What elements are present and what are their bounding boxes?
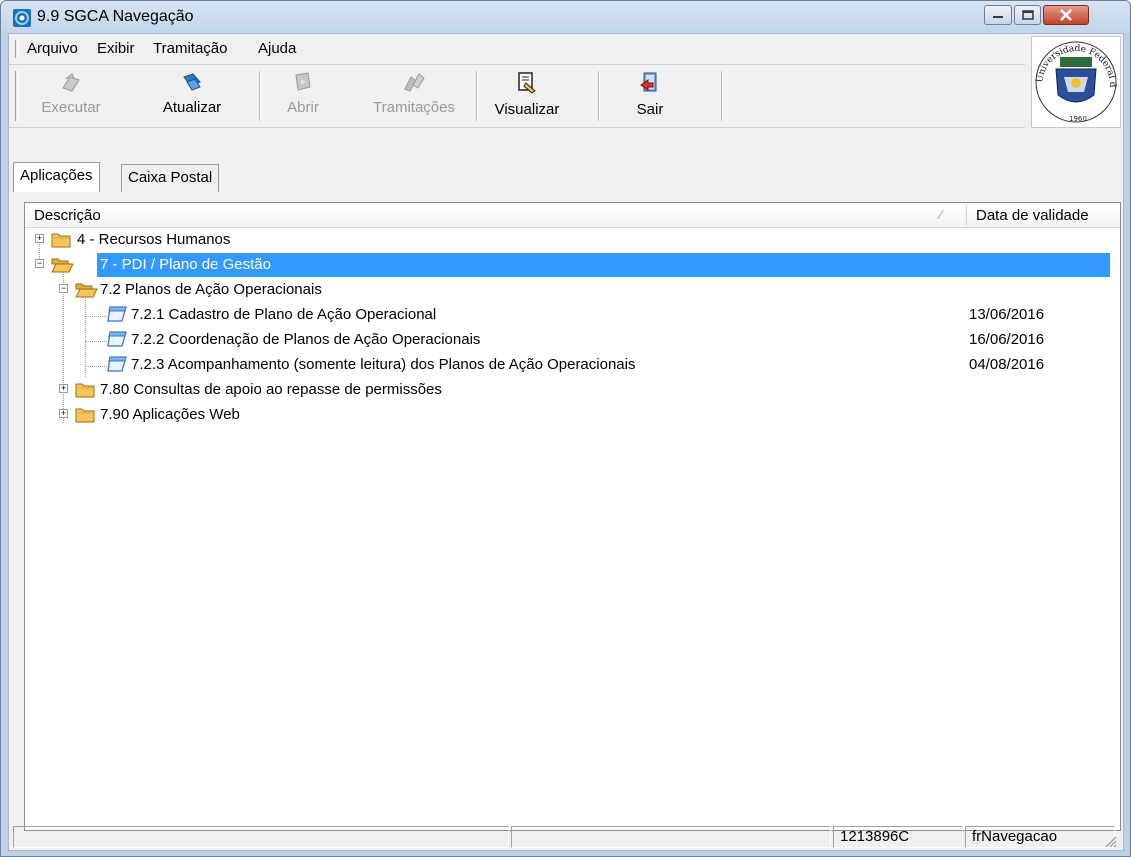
folder-open-icon — [75, 283, 98, 298]
tramitacoes-button[interactable]: Tramitações — [361, 69, 467, 123]
maximize-icon — [1021, 10, 1034, 20]
window-title: 9.9 SGCA Navegação — [37, 8, 194, 25]
tree-header: Descrição ∕ Data de validade — [25, 203, 1120, 228]
tab-caixa-postal[interactable]: Caixa Postal — [121, 164, 220, 192]
expand-toggle[interactable]: + — [35, 234, 44, 243]
open-label: Abrir — [287, 99, 319, 116]
minimize-button[interactable] — [984, 5, 1012, 25]
tree-row[interactable]: 7.2.2 Coordenação de Planos de Ação Oper… — [25, 327, 1120, 352]
minimize-icon — [993, 16, 1003, 18]
collapse-toggle[interactable]: − — [59, 284, 68, 293]
column-header-descricao[interactable]: Descrição — [34, 207, 101, 224]
status-panel-empty — [511, 826, 831, 848]
folder-closed-icon — [51, 233, 71, 248]
title-bar[interactable]: 9.9 SGCA Navegação — [1, 1, 1130, 33]
exit-label: Sair — [636, 101, 664, 118]
toolbar-separator — [721, 71, 723, 121]
expand-toggle[interactable]: + — [59, 384, 68, 393]
tree-row-label: 7.2.2 Coordenação de Planos de Ação Oper… — [131, 331, 481, 348]
tree-row[interactable]: − 7.2 Planos de Ação Operacionais — [25, 277, 1120, 302]
menu-arquivo[interactable]: Arquivo — [27, 40, 78, 57]
view-label: Visualizar — [494, 101, 560, 118]
tree-row-label: 7.90 Aplicações Web — [100, 406, 240, 423]
collapse-toggle[interactable]: − — [35, 259, 44, 268]
tree-row-label: 7.2.1 Cadastro de Plano de Ação Operacio… — [131, 306, 437, 323]
menu-tramitacao[interactable]: Tramitação — [153, 40, 227, 57]
refresh-button[interactable]: Atualizar — [152, 69, 232, 123]
status-panel-empty — [13, 826, 509, 848]
tree-row[interactable]: + 7.90 Aplicações Web — [25, 402, 1120, 427]
toolbar-grip[interactable] — [15, 71, 19, 121]
tree-row-label: 4 - Recursos Humanos — [77, 231, 231, 248]
tree-row-label: 7.2.3 Acompanhamento (somente leitura) d… — [131, 356, 636, 373]
toolbar-separator — [598, 71, 600, 121]
tramitacoes-icon — [404, 73, 425, 92]
toolbar-separator — [259, 71, 261, 121]
menu-ajuda[interactable]: Ajuda — [258, 40, 296, 57]
tree-panel: Descrição ∕ Data de validade + 4 - Recur… — [24, 202, 1121, 831]
status-user-code: 1213896C — [833, 826, 963, 848]
app-window: 9.9 SGCA Navegação Arquivo Exibir Tramit… — [0, 0, 1131, 857]
exit-icon — [640, 72, 657, 92]
menu-grip[interactable] — [15, 40, 19, 58]
tree-row-label: 7 - PDI / Plano de Gestão — [100, 256, 271, 273]
folder-closed-icon — [75, 383, 95, 398]
column-header-data-validade[interactable]: Data de validade — [976, 207, 1089, 224]
menu-bar: Arquivo Exibir Tramitação Ajuda — [9, 34, 1025, 65]
status-bar: 1213896C frNavegacao — [9, 824, 1123, 850]
maximize-button[interactable] — [1014, 5, 1041, 25]
resize-grip-icon[interactable] — [1103, 834, 1117, 848]
status-form-name: frNavegacao — [965, 826, 1115, 848]
tree-row[interactable]: 7.2.3 Acompanhamento (somente leitura) d… — [25, 352, 1120, 377]
tree-row-selected[interactable]: − 7 - PDI / Plano de Gestão — [25, 252, 1120, 277]
tab-strip: Aplicações Caixa Postal — [9, 162, 1123, 194]
open-button[interactable]: Abrir — [271, 69, 335, 123]
view-icon — [518, 72, 536, 94]
application-icon — [107, 306, 127, 322]
folder-closed-icon — [75, 408, 95, 423]
tab-aplicacoes[interactable]: Aplicações — [13, 162, 100, 192]
expand-toggle[interactable]: + — [59, 409, 68, 418]
tree-row[interactable]: + 7.80 Consultas de apoio ao repasse de … — [25, 377, 1120, 402]
validity-date: 16/06/2016 — [969, 331, 1045, 348]
execute-icon — [62, 72, 80, 92]
folder-open-icon — [51, 258, 74, 273]
tramitacoes-label: Tramitações — [373, 99, 455, 116]
client-area: Arquivo Exibir Tramitação Ajuda Executar… — [8, 30, 1124, 851]
toolbar: Executar Atualizar Abrir Tramitações Vis… — [9, 65, 1025, 128]
close-button[interactable] — [1043, 5, 1089, 25]
exit-button[interactable]: Sair — [625, 69, 675, 123]
view-button[interactable]: Visualizar — [485, 69, 569, 123]
tree-row-label: 7.80 Consultas de apoio ao repasse de pe… — [100, 381, 442, 398]
column-divider[interactable] — [966, 205, 967, 225]
refresh-label: Atualizar — [162, 99, 222, 116]
tree-row[interactable]: 7.2.1 Cadastro de Plano de Ação Operacio… — [25, 302, 1120, 327]
toolbar-separator — [476, 71, 478, 121]
close-icon — [1060, 9, 1072, 21]
open-icon — [295, 72, 311, 91]
validity-date: 04/08/2016 — [969, 356, 1045, 373]
app-icon — [13, 9, 31, 27]
tree-row[interactable]: + 4 - Recursos Humanos — [25, 227, 1120, 252]
application-icon — [107, 331, 127, 347]
university-seal-logo: Universidade Federal de Santa Maria 1960 — [1027, 30, 1121, 128]
refresh-icon — [183, 73, 201, 91]
application-icon — [107, 356, 127, 372]
validity-date: 13/06/2016 — [969, 306, 1045, 323]
sort-indicator-icon: ∕ — [940, 207, 943, 222]
menu-exibir[interactable]: Exibir — [97, 40, 135, 57]
university-seal: Universidade Federal de Santa Maria 1960 — [1027, 30, 1117, 123]
seal-year: 1960 — [1069, 115, 1087, 123]
execute-label: Executar — [41, 99, 101, 116]
tree-row-label: 7.2 Planos de Ação Operacionais — [100, 281, 322, 298]
execute-button[interactable]: Executar — [31, 69, 111, 123]
